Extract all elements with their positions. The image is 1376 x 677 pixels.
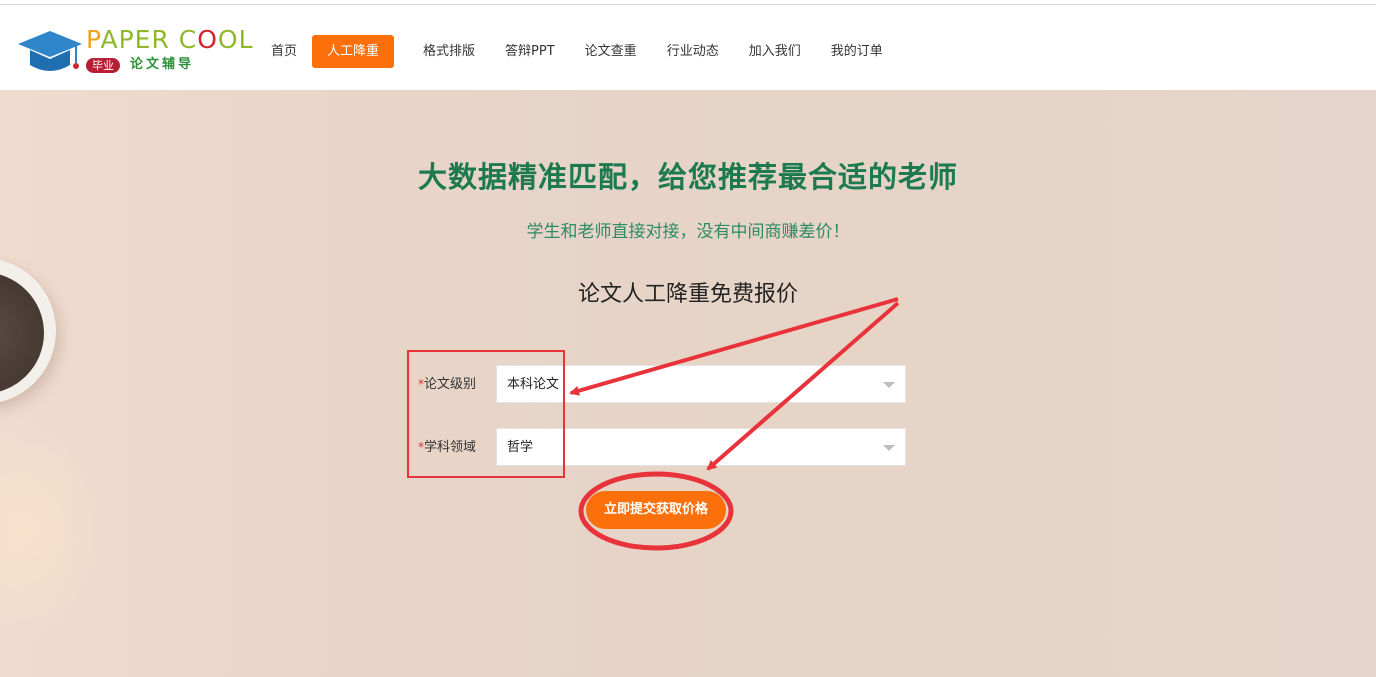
nav-item-join-us[interactable]: 加入我们 (734, 35, 816, 68)
subject-field-label: *学科领域 (418, 428, 496, 466)
logo-tag: 毕业 (86, 58, 120, 73)
paper-level-label-text: 论文级别 (424, 377, 477, 392)
nav-item-plagiarism-check[interactable]: 论文查重 (570, 35, 652, 68)
subject-field-select[interactable]: 哲学 (496, 428, 906, 466)
nav-item-industry-news[interactable]: 行业动态 (652, 35, 734, 68)
paper-level-label: *论文级别 (418, 365, 496, 403)
hero-subtitle: 学生和老师直接对接，没有中间商赚差价！ (526, 222, 850, 242)
paper-level-select[interactable]: 本科论文 (496, 365, 906, 403)
brand-wordmark: PAPER COOL (86, 25, 254, 54)
papercool-logo[interactable]: PAPER COOL 毕业 论文辅导 (16, 25, 256, 85)
chevron-down-icon (883, 382, 895, 388)
nav-item-defense-ppt[interactable]: 答辩PPT (490, 35, 570, 68)
subject-field-value: 哲学 (507, 440, 534, 455)
graduation-cap-icon (18, 31, 82, 71)
subject-field-row: *学科领域 哲学 (418, 428, 906, 466)
hero-title: 大数据精准匹配，给您推荐最合适的老师 (417, 160, 958, 194)
subject-field-label-text: 学科领域 (424, 440, 477, 455)
nav-item-home[interactable]: 首页 (256, 35, 312, 68)
background-light (0, 420, 110, 640)
logo-subtitle: 论文辅导 (130, 57, 195, 72)
paper-level-value: 本科论文 (507, 377, 560, 392)
form-title: 论文人工降重免费报价 (577, 282, 798, 307)
hero-section: 大数据精准匹配，给您推荐最合适的老师 学生和老师直接对接，没有中间商赚差价！ 论… (0, 90, 1376, 677)
site-header: PAPER COOL 毕业 论文辅导 首页 人工降重 格式排版 答辩PPT 论文… (0, 5, 1376, 90)
paper-level-row: *论文级别 本科论文 (418, 365, 906, 403)
nav-item-my-orders[interactable]: 我的订单 (816, 35, 898, 68)
submit-get-price-button[interactable]: 立即提交获取价格 (586, 491, 726, 529)
main-nav: 首页 人工降重 格式排版 答辩PPT 论文查重 行业动态 加入我们 我的订单 (256, 35, 898, 68)
nav-item-manual-rewrite[interactable]: 人工降重 (312, 35, 395, 68)
nav-item-formatting[interactable]: 格式排版 (408, 35, 490, 68)
chevron-down-icon (883, 445, 895, 451)
